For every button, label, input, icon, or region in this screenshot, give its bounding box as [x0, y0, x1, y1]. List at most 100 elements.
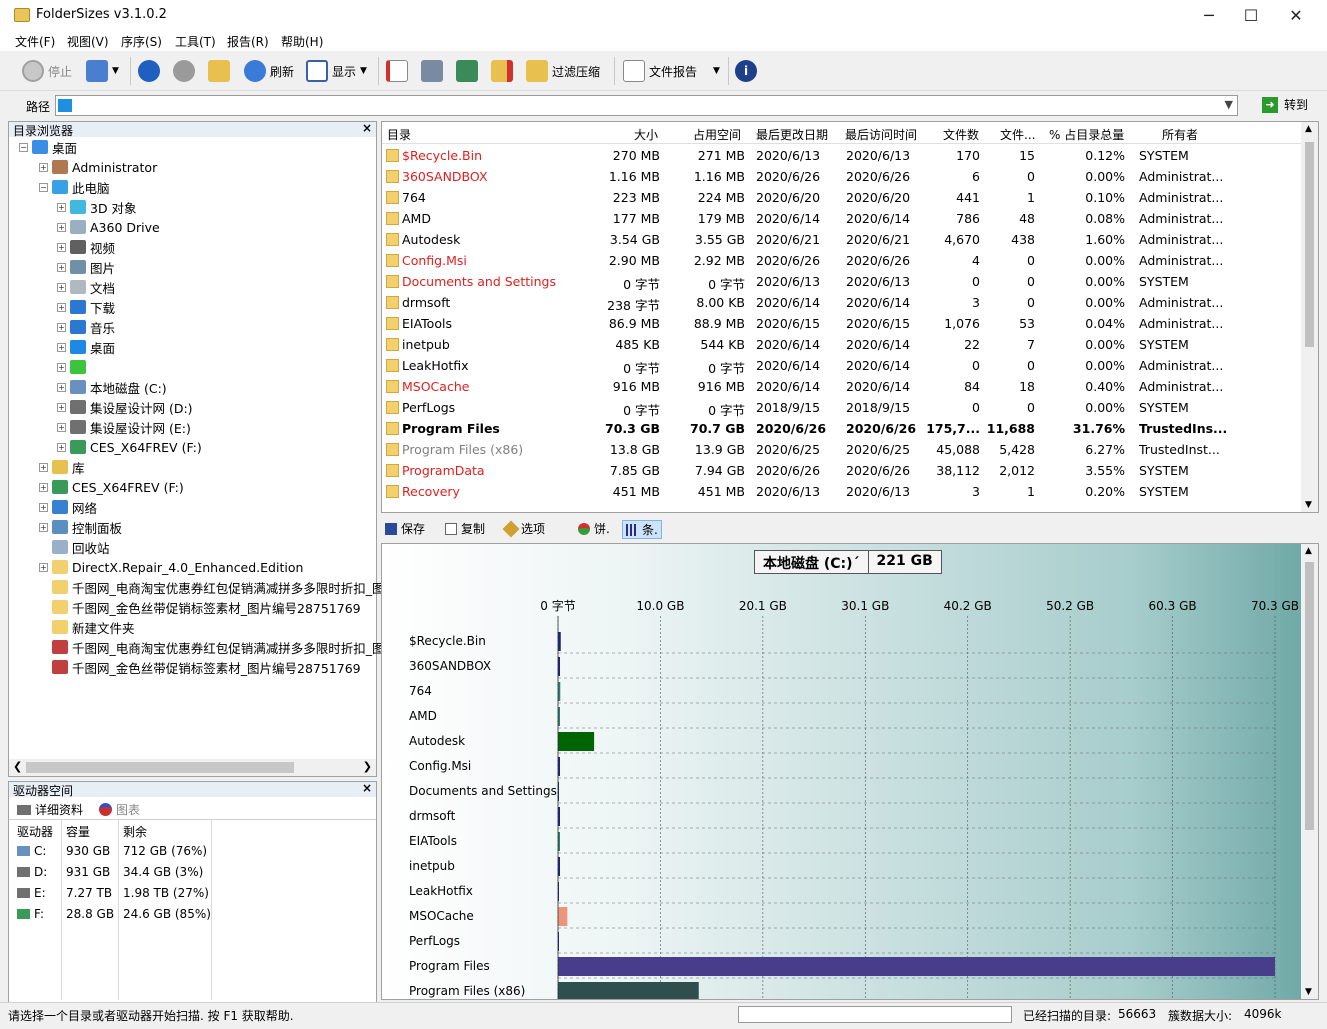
tree-item[interactable]: + 文档	[57, 277, 115, 297]
bar[interactable]	[558, 632, 561, 651]
expand-icon[interactable]: +	[57, 362, 66, 372]
tree-item[interactable]: 千图网_电商淘宝优惠券红包促销满减拼多多限时折扣_图片	[39, 637, 397, 657]
col-size[interactable]: 大小	[634, 126, 658, 143]
goto-button[interactable]: ➜ 转到	[1262, 96, 1308, 113]
tree-item[interactable]: + 控制面板	[39, 517, 122, 537]
col-owner[interactable]: 所有者	[1162, 126, 1198, 143]
drive-row[interactable]: E: 7.27 TB 1.98 TB (27%)	[9, 883, 376, 904]
close-panel-icon[interactable]: ×	[362, 121, 372, 135]
tree-item[interactable]: − 此电脑	[39, 177, 110, 197]
table-row[interactable]: EIATools 86.9 MB 88.9 MB 2020/6/15 2020/6/15…	[382, 313, 1302, 334]
tree-item[interactable]: + Administrator	[39, 157, 157, 177]
export-button[interactable]: ▼	[86, 57, 119, 85]
drive-row[interactable]: D: 931 GB 34.4 GB (3%)	[9, 862, 376, 883]
tab-details[interactable]: 详细资料	[17, 801, 83, 818]
menu-tools[interactable]: 工具(T)	[175, 33, 216, 50]
tree-item[interactable]: + 本地磁盘 (C:)	[57, 377, 167, 397]
tree-item[interactable]: − 桌面	[19, 137, 77, 157]
delete-folder-button[interactable]	[491, 57, 513, 85]
vertical-scrollbar[interactable]: ▲ ▼	[1301, 544, 1318, 999]
tree-item[interactable]: + 库	[39, 457, 85, 477]
expand-icon[interactable]: +	[39, 522, 48, 532]
tree-item[interactable]: + 桌面	[57, 337, 115, 357]
expand-icon[interactable]: +	[57, 402, 66, 412]
expand-icon[interactable]: +	[57, 422, 66, 432]
table-row[interactable]: inetpub 485 KB 544 KB 2020/6/14 2020/6/14 22 7…	[382, 334, 1302, 355]
tree-item[interactable]: 千图网_金色丝带促销标签素材_图片编号28751769	[39, 657, 361, 677]
tree-item[interactable]: +3D 对象	[57, 197, 137, 217]
scroll-right-icon[interactable]: ❯	[363, 760, 372, 773]
collapse-icon[interactable]: −	[19, 142, 28, 152]
col-modified[interactable]: 最后更改日期	[756, 126, 828, 143]
tree-item[interactable]: + 集设屋设计网 (E:)	[57, 417, 191, 437]
expand-icon[interactable]: +	[57, 342, 66, 352]
chart-save-button[interactable]: 保存	[385, 520, 425, 537]
table-row[interactable]: Program Files (x86) 13.8 GB 13.9 GB 2020/6/…	[382, 439, 1302, 460]
bar[interactable]	[558, 907, 568, 926]
expand-icon[interactable]: +	[39, 562, 48, 572]
tree-item[interactable]: + CES_X64FREV (F:)	[39, 477, 184, 497]
expand-icon[interactable]: +	[57, 262, 66, 272]
refresh-button[interactable]: 刷新	[244, 57, 294, 85]
minimize-button[interactable]: ─	[1186, 0, 1232, 31]
expand-icon[interactable]: +	[57, 442, 66, 452]
tree-item[interactable]: + DirectX.Repair_4.0_Enhanced.Edition	[39, 557, 303, 577]
expand-icon[interactable]: +	[57, 222, 66, 232]
scroll-down-icon[interactable]: ▼	[1305, 987, 1312, 997]
chart-pie-button[interactable]: 饼.	[578, 520, 610, 537]
tree-item[interactable]: + CES_X64FREV (F:)	[57, 437, 202, 457]
scroll-down-icon[interactable]: ▼	[1305, 500, 1312, 510]
expand-icon[interactable]: +	[39, 502, 48, 512]
expand-icon[interactable]: +	[39, 482, 48, 492]
table-row[interactable]: Recovery 451 MB 451 MB 2020/6/13 2020/6/13 3 1…	[382, 481, 1302, 502]
collapse-icon[interactable]: −	[39, 182, 48, 192]
table-row[interactable]: drmsoft 238 字节 8.00 KB 2020/6/14 2020/6/14 3 0…	[382, 292, 1302, 313]
table-row[interactable]: $Recycle.Bin 270 MB 271 MB 2020/6/13 2020/6/…	[382, 145, 1302, 166]
up-folder-button[interactable]	[208, 57, 230, 85]
chart-options-button[interactable]: 选项	[502, 520, 545, 537]
network-scan-button[interactable]	[456, 57, 478, 85]
display-button[interactable]: 显示 ▼	[306, 57, 367, 85]
tree-item[interactable]: 千图网_金色丝带促销标签素材_图片编号28751769	[39, 597, 361, 617]
horizontal-scrollbar[interactable]: ❮ ❯	[9, 759, 376, 776]
table-row[interactable]: ProgramData 7.85 GB 7.94 GB 2020/6/26 2020/6…	[382, 460, 1302, 481]
close-panel-icon[interactable]: ×	[362, 781, 372, 795]
menu-help[interactable]: 帮助(H)	[281, 33, 323, 50]
forward-button[interactable]	[173, 57, 195, 85]
col-directory[interactable]: 目录	[387, 126, 411, 143]
about-button[interactable]: i	[735, 57, 757, 85]
menu-file[interactable]: 文件(F)	[15, 33, 55, 50]
chart-copy-button[interactable]: 复制	[445, 520, 485, 537]
tab-chart[interactable]: 图表	[99, 801, 140, 818]
expand-icon[interactable]: +	[39, 462, 48, 472]
table-row[interactable]: Config.Msi 2.90 MB 2.92 MB 2020/6/26 2020/6/…	[382, 250, 1302, 271]
bar[interactable]	[558, 957, 1275, 976]
col-allocated[interactable]: 占用空间	[693, 126, 741, 143]
bar[interactable]	[558, 982, 699, 999]
tree-item[interactable]: + A360 Drive	[57, 217, 160, 237]
scroll-left-icon[interactable]: ❮	[13, 760, 22, 773]
checklist-button[interactable]	[386, 57, 408, 85]
table-row[interactable]: MSOCache 916 MB 916 MB 2020/6/14 2020/6/14 84…	[382, 376, 1302, 397]
expand-icon[interactable]: +	[57, 322, 66, 332]
expand-icon[interactable]: +	[57, 302, 66, 312]
tree-item[interactable]: + 视频	[57, 237, 115, 257]
scroll-up-icon[interactable]: ▲	[1305, 124, 1312, 134]
tree-item[interactable]: +	[57, 357, 90, 377]
col-accessed[interactable]: 最后访问时间	[845, 126, 917, 143]
drive-row[interactable]: F: 28.8 GB 24.6 GB (85%)	[9, 904, 376, 925]
close-button[interactable]: ✕	[1273, 0, 1319, 31]
table-row[interactable]: AMD 177 MB 179 MB 2020/6/14 2020/6/14 786 48 0.…	[382, 208, 1302, 229]
bar[interactable]	[558, 732, 595, 751]
chart-bar-button[interactable]: 条.	[622, 520, 662, 539]
drive-row[interactable]: C: 930 GB 712 GB (76%)	[9, 841, 376, 862]
table-row[interactable]: Documents and Settings 0 字节 0 字节 2020/6/13 2…	[382, 271, 1302, 292]
expand-icon[interactable]: +	[57, 282, 66, 292]
chevron-down-icon[interactable]: ▼	[1225, 98, 1233, 111]
tree-item[interactable]: 新建文件夹	[39, 617, 135, 637]
vertical-scrollbar[interactable]: ▲ ▼	[1301, 122, 1318, 512]
expand-icon[interactable]: +	[57, 382, 66, 392]
maximize-button[interactable]: ☐	[1228, 0, 1274, 31]
menu-report[interactable]: 报告(R)	[227, 33, 269, 50]
tree-item[interactable]: 回收站	[39, 537, 110, 557]
